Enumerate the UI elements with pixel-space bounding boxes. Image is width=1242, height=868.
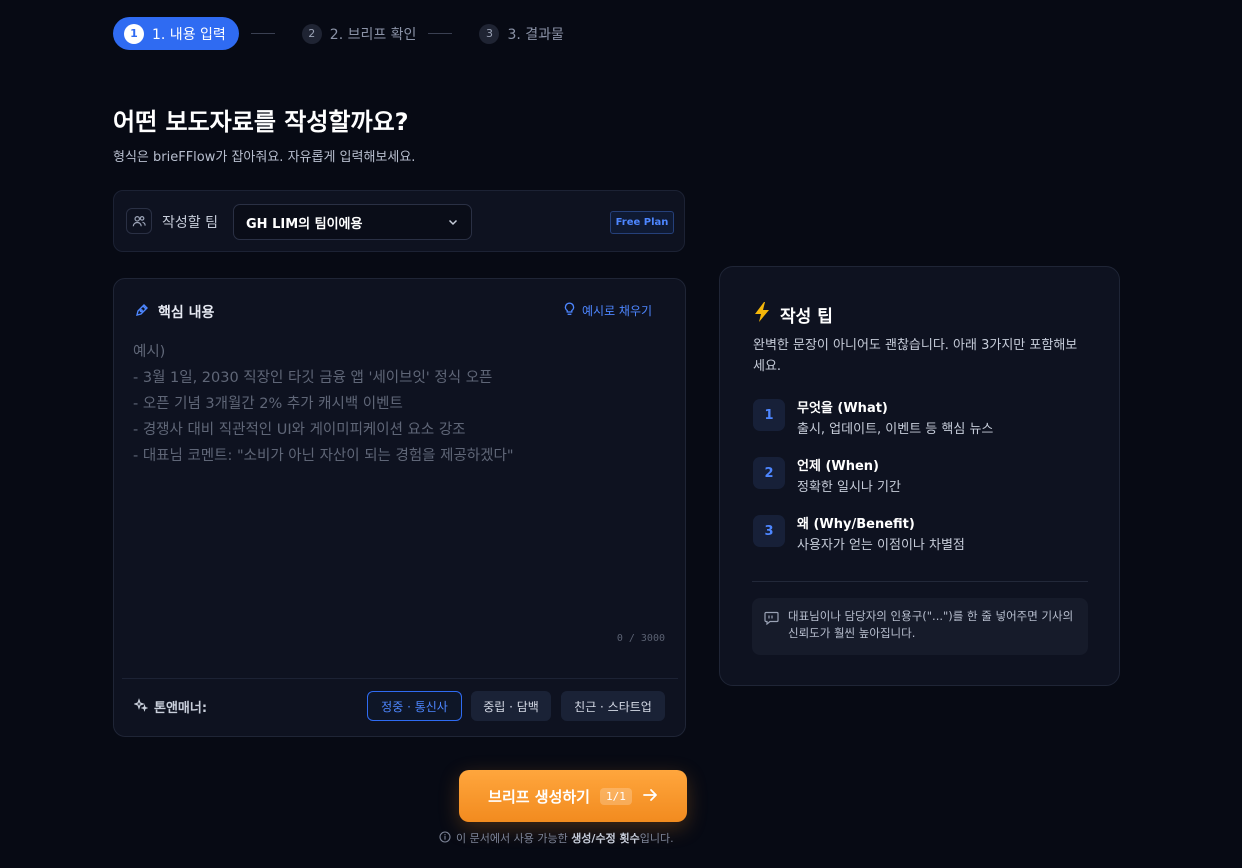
tone-chip-formal[interactable]: 정중 · 통신사 — [367, 691, 462, 721]
tip-number: 3 — [753, 515, 785, 547]
lightbulb-icon — [563, 302, 576, 319]
editor-divider — [122, 678, 678, 679]
step-label: 2. 브리프 확인 — [329, 26, 417, 43]
tip-heading: 언제 (When) — [797, 459, 879, 474]
tip-item: 3 왜 (Why/Benefit) 사용자가 얻는 이점이나 차별점 — [753, 515, 965, 557]
chevron-down-icon — [447, 213, 459, 232]
footnote-prefix: 이 문서에서 사용 가능한 — [456, 832, 572, 845]
tips-divider — [752, 581, 1088, 582]
step-content-input[interactable]: 1 1. 내용 입력 — [113, 17, 239, 50]
sparkles-icon — [133, 697, 149, 716]
arrow-right-icon — [642, 787, 658, 806]
step-label: 3. 결과물 — [507, 26, 564, 43]
step-connector — [250, 33, 275, 34]
tips-header: 작성 팁 — [752, 301, 833, 328]
tip-item: 1 무엇을 (What) 출시, 업데이트, 이벤트 등 핵심 뉴스 — [753, 399, 993, 441]
team-icon — [126, 208, 152, 234]
character-counter: 0 / 3000 — [616, 633, 665, 644]
step-connector — [428, 33, 453, 34]
team-select-value: GH LIM의 팀이에용 — [246, 216, 363, 232]
tips-title: 작성 팁 — [780, 307, 833, 327]
writing-tips-card: 작성 팁 완벽한 문장이 아니어도 괜찮습니다. 아래 3가지만 포함해보세요.… — [719, 266, 1120, 686]
editor-header: 핵심 내용 — [134, 302, 214, 322]
tip-item: 2 언제 (When) 정확한 일시나 기간 — [753, 457, 901, 499]
quote-tip-text: 대표님이나 담당자의 인용구("...")를 한 줄 넣어주면 기사의 신뢰도가… — [788, 609, 1074, 640]
team-label: 작성할 팀 — [162, 215, 218, 231]
stepper: 1 1. 내용 입력 2 2. 브리프 확인 3 3. 결과물 — [113, 17, 564, 50]
tip-heading: 왜 (Why/Benefit) — [797, 517, 915, 532]
generate-brief-button[interactable]: 브리프 생성하기 1/1 — [459, 770, 687, 822]
usage-footnote: 이 문서에서 사용 가능한 생성/수정 횟수입니다. — [439, 830, 674, 846]
team-selector-bar: 작성할 팀 GH LIM의 팀이에용 Free Plan — [113, 190, 685, 252]
page-subtitle: 형식은 brieFFlow가 잡아줘요. 자유롭게 입력해보세요. — [113, 150, 416, 165]
tip-body: 사용자가 얻는 이점이나 차별점 — [797, 538, 965, 553]
step-result[interactable]: 3 3. 결과물 — [479, 17, 564, 50]
generate-brief-label: 브리프 생성하기 — [488, 787, 590, 806]
tip-number: 1 — [753, 399, 785, 431]
fill-example-button[interactable]: 예시로 채우기 — [563, 302, 652, 319]
step-number: 2 — [301, 23, 322, 44]
fill-example-label: 예시로 채우기 — [582, 304, 653, 318]
step-number: 3 — [479, 23, 500, 44]
tone-label: 톤앤매너: — [133, 697, 208, 716]
page-title: 어떤 보도자료를 작성할까요? — [113, 108, 409, 136]
editor-title: 핵심 내용 — [158, 305, 215, 321]
tone-chip-friendly[interactable]: 친근 · 스타트업 — [561, 691, 665, 721]
team-select[interactable]: GH LIM의 팀이에용 — [233, 204, 472, 240]
tone-label-text: 톤앤매너: — [154, 701, 208, 716]
quote-icon — [764, 611, 779, 630]
step-brief-review[interactable]: 2 2. 브리프 확인 — [301, 17, 417, 50]
bolt-icon — [752, 301, 772, 328]
step-label: 1. 내용 입력 — [152, 26, 226, 43]
content-textarea[interactable] — [133, 339, 667, 629]
step-number: 1 — [124, 23, 144, 44]
usage-count-badge: 1/1 — [599, 787, 632, 805]
quote-tip-box: 대표님이나 담당자의 인용구("...")를 한 줄 넣어주면 기사의 신뢰도가… — [752, 598, 1088, 655]
tips-description: 완벽한 문장이 아니어도 괜찮습니다. 아래 3가지만 포함해보세요. — [753, 338, 1078, 374]
tip-body: 정확한 일시나 기간 — [797, 480, 901, 495]
footnote-bold: 생성/수정 횟수 — [571, 832, 640, 845]
tip-number: 2 — [753, 457, 785, 489]
tip-body: 출시, 업데이트, 이벤트 등 핵심 뉴스 — [797, 422, 994, 437]
tone-chip-neutral[interactable]: 중립 · 담백 — [471, 691, 551, 721]
plan-badge: Free Plan — [610, 211, 674, 234]
content-editor-card: 핵심 내용 예시로 채우기 0 / 3000 톤앤매너: 정중 · 통신사 중립… — [113, 278, 686, 737]
footnote-suffix: 입니다. — [639, 832, 674, 845]
pen-icon — [134, 302, 150, 322]
info-icon — [439, 830, 451, 846]
tip-heading: 무엇을 (What) — [797, 401, 888, 416]
